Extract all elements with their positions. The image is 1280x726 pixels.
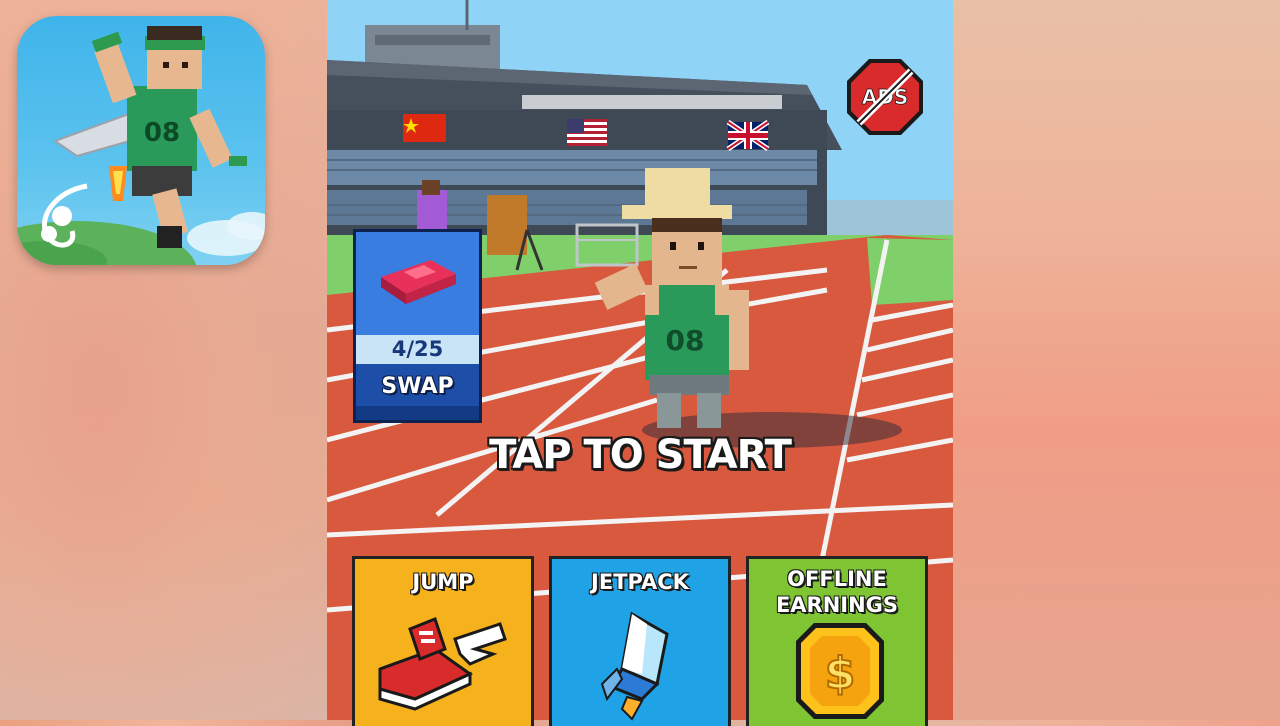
winged-shoe-icon: [378, 617, 507, 711]
upgrade-offline-label-line2: EARNINGS: [775, 593, 899, 617]
remove-ads-button[interactable]: ADS: [845, 57, 925, 137]
swap-card-footer: [356, 406, 479, 420]
upgrade-jetpack-button[interactable]: JETPACK: [549, 556, 731, 726]
upgrade-offline-label-line1: OFFLINE: [787, 567, 887, 591]
flag-china: [403, 114, 446, 142]
no-ads-icon: ADS: [847, 59, 923, 135]
upgrade-jump-label: JUMP: [412, 570, 474, 594]
swap-card[interactable]: 4/25 SWAP: [353, 229, 482, 423]
hat-item-icon: [381, 260, 456, 304]
upgrade-jump-button[interactable]: JUMP: [352, 556, 534, 726]
upgrade-offline-earnings-button[interactable]: OFFLINE EARNINGS $: [746, 556, 928, 726]
flag-usa: [567, 119, 607, 146]
app-icon-artwork: 08: [17, 26, 265, 265]
runner-number: 08: [666, 324, 705, 357]
swap-counter: 4/25: [356, 335, 479, 364]
rocket-icon: [600, 611, 669, 721]
flag-uk: [726, 119, 770, 152]
blurred-background-right: [953, 0, 1280, 720]
upgrade-jetpack-label: JETPACK: [591, 570, 689, 594]
svg-text:$: $: [825, 648, 856, 699]
app-icon: 08: [17, 16, 265, 265]
swap-button[interactable]: SWAP: [356, 367, 479, 407]
swap-card-preview: [356, 232, 479, 335]
coin-icon: $: [796, 623, 884, 719]
tap-to-start-label[interactable]: TAP TO START: [480, 425, 800, 485]
icon-runner-number: 08: [144, 118, 180, 148]
